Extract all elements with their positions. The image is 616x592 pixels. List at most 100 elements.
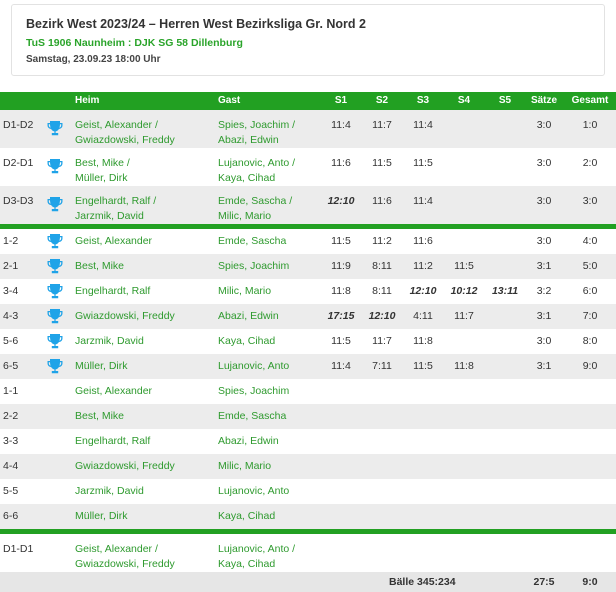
match-header: Bezirk West 2023/24 – Herren West Bezirk…	[11, 4, 605, 76]
set-score-s2: 11:2	[372, 235, 392, 247]
set-score-s1: 11:6	[331, 157, 351, 169]
home-player-link[interactable]: Müller, Dirk	[75, 360, 128, 373]
set-score-s2: 11:6	[372, 195, 392, 207]
table-row-single: 3-4 Engelhardt, Ralf Milic, Mario 11:8 8:11 1…	[0, 279, 616, 304]
table-row-final-double: D1-D1 Geist, Alexander / Gwiazdowski, Fred…	[0, 534, 616, 572]
home-players-link-line1: Best, Mike /	[75, 157, 130, 169]
trophy-icon	[47, 333, 63, 351]
set-score-s1: 12:10	[327, 195, 355, 207]
guest-players-link[interactable]: Emde, Sascha / Milic, Mario	[218, 194, 292, 224]
home-player-link[interactable]: Geist, Alexander	[75, 385, 152, 398]
guest-player-link[interactable]: Kaya, Cihad	[218, 510, 275, 523]
balls-total: Bälle 345:234	[389, 576, 456, 588]
home-players-link[interactable]: Geist, Alexander / Gwiazdowski, Freddy	[75, 118, 175, 148]
results-table: Heim Gast S1 S2 S3 S4 S5 Sätze Gesamt D1…	[0, 92, 616, 592]
table-footer: Bälle 345:234 27:5 9:0	[0, 572, 616, 592]
home-players-link[interactable]: Best, Mike / Müller, Dirk	[75, 156, 130, 186]
home-players-link-line2: Gwiazdowski, Freddy	[75, 558, 175, 570]
total-score: 3:0	[582, 195, 598, 207]
table-row-single: 4-4 Gwiazdowski, Freddy Milic, Mario	[0, 454, 616, 479]
pairing-id: D3-D3	[3, 195, 34, 207]
trophy-icon	[47, 120, 63, 138]
home-player-link[interactable]: Gwiazdowski, Freddy	[75, 310, 175, 323]
total-score: 9:0	[582, 360, 598, 372]
set-score-s1: 11:4	[331, 360, 351, 372]
table-row-double: D1-D2 Geist, Alexander / Gwiazdowski, Fred…	[0, 110, 616, 148]
table-row-double: D2-D1 Best, Mike / Müller, Dirk Lujanovic, …	[0, 148, 616, 186]
guest-player-link[interactable]: Emde, Sascha	[218, 235, 286, 248]
table-row-single: 6-5 Müller, Dirk Lujanovic, Anto 11:4 7:11 11…	[0, 354, 616, 379]
sets-result: 3:1	[536, 360, 552, 372]
set-score-s1: 17:15	[327, 310, 355, 322]
table-row-single: 1-2 Geist, Alexander Emde, Sascha 11:5 11:2 1…	[0, 229, 616, 254]
guest-player-link[interactable]: Abazi, Edwin	[218, 310, 279, 323]
pairing-id: 1-2	[3, 235, 19, 247]
guest-players-link-line2: Kaya, Cihad	[218, 558, 276, 570]
match-date: Samstag, 23.09.23 18:00 Uhr	[26, 54, 161, 65]
set-score-s1: 11:4	[331, 119, 351, 131]
guest-player-link[interactable]: Spies, Joachim	[218, 385, 289, 398]
guest-player-link[interactable]: Milic, Mario	[218, 460, 271, 473]
home-player-link[interactable]: Jarzmik, David	[75, 485, 144, 498]
match-title: Bezirk West 2023/24 – Herren West Bezirk…	[26, 17, 366, 31]
set-score-s3: 12:10	[409, 285, 437, 297]
total-score: 1:0	[582, 119, 598, 131]
col-gesamt: Gesamt	[571, 95, 609, 106]
sets-result: 3:1	[536, 310, 552, 322]
total-score: 2:0	[582, 157, 598, 169]
guest-players-link[interactable]: Lujanovic, Anto / Kaya, Cihad	[218, 156, 295, 186]
sets-result: 3:0	[536, 157, 552, 169]
sets-result: 3:0	[536, 235, 552, 247]
guest-player-link[interactable]: Spies, Joachim	[218, 260, 289, 273]
guest-player-link[interactable]: Kaya, Cihad	[218, 335, 275, 348]
guest-player-link[interactable]: Lujanovic, Anto	[218, 485, 289, 498]
col-heim: Heim	[75, 95, 100, 106]
set-score-s2: 7:11	[372, 360, 392, 372]
set-score-s4: 11:8	[454, 360, 474, 372]
guest-player-link[interactable]: Abazi, Edwin	[218, 435, 279, 448]
col-s4: S4	[457, 95, 471, 106]
guest-players-link[interactable]: Lujanovic, Anto / Kaya, Cihad	[218, 542, 295, 572]
pairing-id: 6-6	[3, 510, 19, 522]
home-player-link[interactable]: Best, Mike	[75, 410, 124, 423]
trophy-icon	[47, 233, 63, 251]
home-player-link[interactable]: Jarzmik, David	[75, 335, 144, 348]
match-teams-link[interactable]: TuS 1906 Naunheim : DJK SG 58 Dillenburg	[26, 36, 590, 50]
home-players-link-line1: Geist, Alexander /	[75, 119, 158, 131]
guest-player-link[interactable]: Milic, Mario	[218, 285, 271, 298]
table-row-single: 2-1 Best, Mike Spies, Joachim 11:9 8:11 11:2 1…	[0, 254, 616, 279]
home-players-link[interactable]: Engelhardt, Ralf / Jarzmik, David	[75, 194, 156, 224]
set-score-s3: 11:5	[413, 360, 433, 372]
guest-players-link[interactable]: Spies, Joachim / Abazi, Edwin	[218, 118, 295, 148]
sets-result: 3:0	[536, 195, 552, 207]
set-score-s2: 11:5	[372, 157, 392, 169]
set-score-s3: 11:5	[413, 157, 433, 169]
home-players-link[interactable]: Geist, Alexander / Gwiazdowski, Freddy	[75, 542, 175, 572]
pairing-id: 5-6	[3, 335, 19, 347]
sets-result: 3:1	[536, 260, 552, 272]
home-players-link-line2: Müller, Dirk	[75, 172, 128, 184]
set-score-s2: 11:7	[372, 119, 392, 131]
home-players-link-line2: Jarzmik, David	[75, 210, 144, 222]
home-players-link-line1: Geist, Alexander /	[75, 543, 158, 555]
table-row-single: 5-6 Jarzmik, David Kaya, Cihad 11:5 11:7 11:8…	[0, 329, 616, 354]
home-player-link[interactable]: Müller, Dirk	[75, 510, 128, 523]
set-score-s1: 11:5	[331, 235, 351, 247]
home-player-link[interactable]: Engelhardt, Ralf	[75, 435, 150, 448]
guest-player-link[interactable]: Lujanovic, Anto	[218, 360, 289, 373]
col-s1: S1	[334, 95, 348, 106]
pairing-id: D2-D1	[3, 157, 34, 169]
guest-players-link-line1: Emde, Sascha /	[218, 195, 293, 207]
home-player-link[interactable]: Geist, Alexander	[75, 235, 152, 248]
guest-player-link[interactable]: Emde, Sascha	[218, 410, 286, 423]
set-score-s2: 8:11	[372, 285, 392, 297]
trophy-icon	[47, 308, 63, 326]
guest-players-link-line1: Spies, Joachim /	[218, 119, 296, 131]
pairing-id: 4-3	[3, 310, 19, 322]
pairing-id: 4-4	[3, 460, 19, 472]
set-score-s3: 11:2	[413, 260, 433, 272]
home-player-link[interactable]: Engelhardt, Ralf	[75, 285, 150, 298]
table-row-single: 2-2 Best, Mike Emde, Sascha	[0, 404, 616, 429]
home-player-link[interactable]: Best, Mike	[75, 260, 124, 273]
home-player-link[interactable]: Gwiazdowski, Freddy	[75, 460, 175, 473]
